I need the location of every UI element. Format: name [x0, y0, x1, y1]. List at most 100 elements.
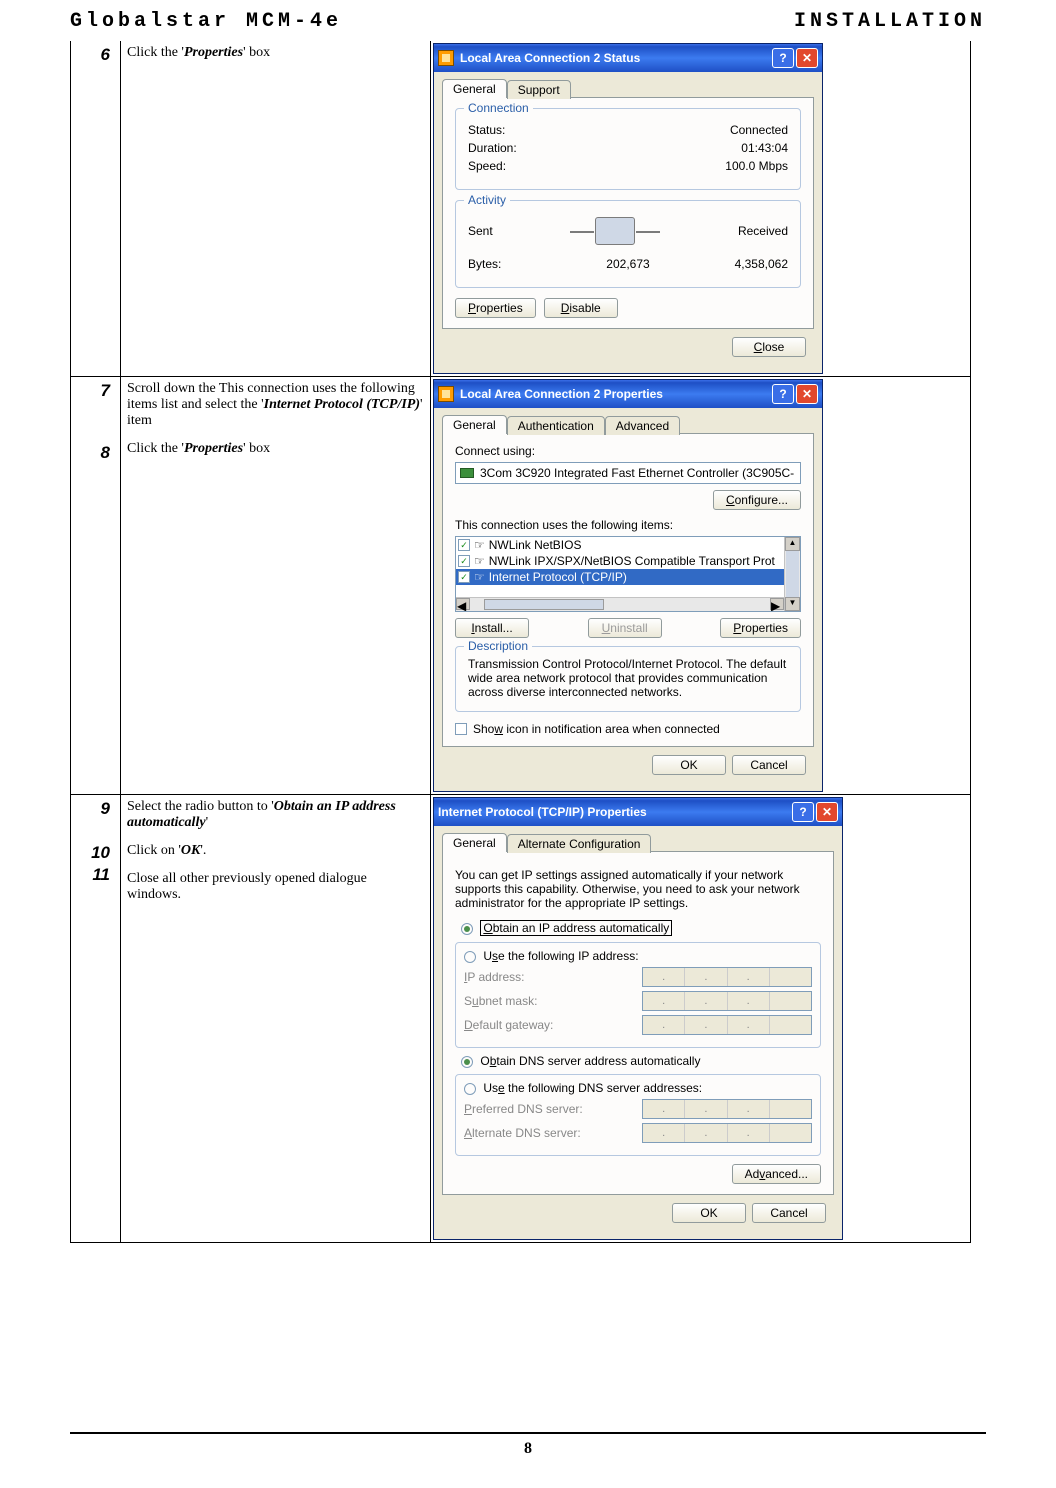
title-bar: Local Area Connection 2 Status ? ✕	[434, 44, 822, 72]
disable-button[interactable]: Disable	[544, 298, 618, 318]
radio-auto-dns[interactable]	[461, 1056, 473, 1068]
duration-label: Duration:	[468, 141, 517, 155]
install-button[interactable]: Install...	[455, 618, 529, 638]
step-instruction: Click the 'Properties' box	[121, 41, 431, 377]
close-button[interactable]: ✕	[796, 384, 818, 404]
help-button[interactable]: ?	[772, 48, 794, 68]
intro-text: You can get IP settings assigned automat…	[455, 868, 821, 910]
radio-use-ip-label: Use the following IP address:	[483, 949, 638, 963]
radio-use-dns-label: Use the following DNS server addresses:	[483, 1081, 702, 1095]
received-label: Received	[738, 224, 788, 238]
adns-label: Alternate DNS server:	[464, 1126, 614, 1140]
close-dialog-button[interactable]: Close	[732, 337, 806, 357]
description-text: Transmission Control Protocol/Internet P…	[468, 657, 788, 699]
properties-button[interactable]: Properties	[720, 618, 801, 638]
screenshot-cell: Internet Protocol (TCP/IP) Properties ? …	[431, 795, 971, 1243]
ok-button[interactable]: OK	[652, 755, 726, 775]
connection-legend: Connection	[464, 101, 533, 115]
screenshot-cell: Local Area Connection 2 Properties ? ✕ G…	[431, 377, 971, 795]
status-value: Connected	[730, 123, 788, 137]
checkbox-icon[interactable]	[458, 539, 470, 551]
instructions-table: 6 Click the 'Properties' box Local Area …	[70, 41, 971, 1243]
adns-input: ...	[642, 1123, 812, 1143]
tab-general[interactable]: General	[442, 415, 507, 434]
screenshot-cell: Local Area Connection 2 Status ? ✕ Gener…	[431, 41, 971, 377]
radio-auto-ip-label: Obtain an IP address automatically	[480, 920, 672, 936]
help-button[interactable]: ?	[792, 802, 814, 822]
nic-name: 3Com 3C920 Integrated Fast Ethernet Cont…	[480, 466, 794, 480]
list-item[interactable]: NWLink NetBIOS	[489, 538, 582, 552]
gateway-input: ...	[642, 1015, 812, 1035]
gateway-label: Default gateway:	[464, 1018, 614, 1032]
tab-support[interactable]: Support	[507, 80, 571, 99]
header-left: Globalstar MCM-4e	[70, 10, 342, 33]
speed-label: Speed:	[468, 159, 506, 173]
speed-value: 100.0 Mbps	[725, 159, 788, 173]
cancel-button[interactable]: Cancel	[732, 755, 806, 775]
nic-icon	[460, 468, 474, 478]
bytes-received: 4,358,062	[735, 257, 788, 271]
activity-icon	[595, 217, 635, 245]
items-label: This connection uses the following items…	[455, 518, 801, 532]
dialog-title: Local Area Connection 2 Properties	[460, 387, 663, 401]
page-footer: 8	[70, 1432, 986, 1458]
items-listbox[interactable]: ☞NWLink NetBIOS ☞NWLink IPX/SPX/NetBIOS …	[455, 536, 801, 612]
uninstall-button[interactable]: Uninstall	[588, 618, 662, 638]
close-button[interactable]: ✕	[816, 802, 838, 822]
show-icon-label: Show icon in notification area when conn…	[473, 722, 720, 736]
activity-legend: Activity	[464, 193, 510, 207]
radio-use-ip[interactable]	[464, 951, 476, 963]
ip-input: ...	[642, 967, 812, 987]
list-item[interactable]: NWLink IPX/SPX/NetBIOS Compatible Transp…	[489, 554, 775, 568]
tab-alternate[interactable]: Alternate Configuration	[507, 834, 652, 853]
scrollbar-horizontal[interactable]: ◀▶	[456, 597, 784, 611]
list-item-selected[interactable]: Internet Protocol (TCP/IP)	[489, 570, 627, 584]
radio-auto-dns-label: Obtain DNS server address automatically	[480, 1054, 700, 1068]
step-instruction: Scroll down the This connection uses the…	[121, 377, 431, 795]
tab-general[interactable]: General	[442, 79, 507, 98]
dialog-title: Internet Protocol (TCP/IP) Properties	[438, 805, 647, 819]
bytes-sent: 202,673	[606, 257, 649, 271]
sent-label: Sent	[468, 224, 493, 238]
title-bar: Local Area Connection 2 Properties ? ✕	[434, 380, 822, 408]
dialog-title: Local Area Connection 2 Status	[460, 51, 640, 65]
radio-use-dns[interactable]	[464, 1083, 476, 1095]
ip-label: IP address:	[464, 970, 614, 984]
status-label: Status:	[468, 123, 505, 137]
duration-value: 01:43:04	[741, 141, 788, 155]
tab-general[interactable]: General	[442, 833, 507, 852]
nic-combo[interactable]: 3Com 3C920 Integrated Fast Ethernet Cont…	[455, 462, 801, 484]
show-icon-checkbox[interactable]	[455, 723, 467, 735]
status-dialog: Local Area Connection 2 Status ? ✕ Gener…	[433, 43, 823, 374]
network-icon	[438, 50, 454, 66]
bytes-label: Bytes:	[468, 257, 501, 271]
title-bar: Internet Protocol (TCP/IP) Properties ? …	[434, 798, 842, 826]
description-legend: Description	[464, 639, 532, 653]
header-right: INSTALLATION	[794, 10, 986, 33]
mask-input: ...	[642, 991, 812, 1011]
pdns-label: Preferred DNS server:	[464, 1102, 614, 1116]
connect-using-label: Connect using:	[455, 444, 801, 458]
connection-properties-dialog: Local Area Connection 2 Properties ? ✕ G…	[433, 379, 823, 792]
pdns-input: ...	[642, 1099, 812, 1119]
checkbox-icon[interactable]	[458, 555, 470, 567]
mask-label: Subnet mask:	[464, 994, 614, 1008]
step-number: 7 8	[71, 377, 121, 795]
radio-auto-ip[interactable]	[461, 923, 473, 935]
help-button[interactable]: ?	[772, 384, 794, 404]
close-button[interactable]: ✕	[796, 48, 818, 68]
tab-authentication[interactable]: Authentication	[507, 416, 605, 435]
cancel-button[interactable]: Cancel	[752, 1203, 826, 1223]
tcpip-properties-dialog: Internet Protocol (TCP/IP) Properties ? …	[433, 797, 843, 1240]
page-header: Globalstar MCM-4e INSTALLATION	[70, 10, 986, 41]
configure-button[interactable]: Configure...	[713, 490, 801, 510]
scrollbar-vertical[interactable]: ▲▼	[784, 537, 800, 611]
page-number: 8	[524, 1440, 532, 1457]
advanced-button[interactable]: Advanced...	[732, 1164, 821, 1184]
ok-button[interactable]: OK	[672, 1203, 746, 1223]
checkbox-icon[interactable]	[458, 571, 470, 583]
network-icon	[438, 386, 454, 402]
tab-advanced[interactable]: Advanced	[605, 416, 680, 435]
step-instruction: Select the radio button to 'Obtain an IP…	[121, 795, 431, 1243]
properties-button[interactable]: Properties	[455, 298, 536, 318]
